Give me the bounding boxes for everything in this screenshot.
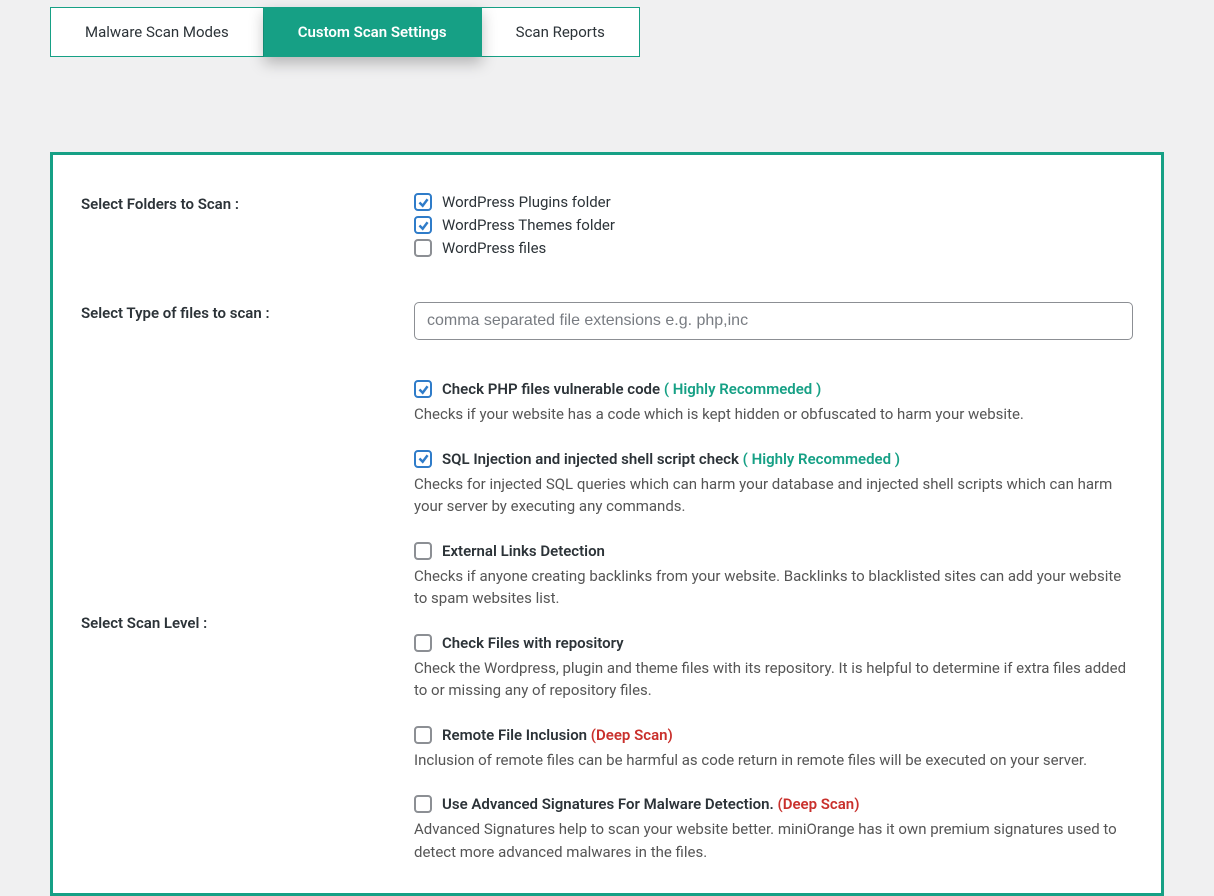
checkbox-themes-folder[interactable] (414, 216, 432, 234)
checkbox-rfi[interactable] (414, 726, 432, 744)
label-plugins-folder: WordPress Plugins folder (442, 193, 611, 211)
hint-advanced-signatures: (Deep Scan) (777, 795, 859, 813)
tab-custom-scan-settings[interactable]: Custom Scan Settings (264, 7, 482, 57)
title-php-vulnerable: Check PHP files vulnerable code (442, 380, 660, 398)
label-scan-level: Select Scan Level : (81, 612, 414, 632)
desc-advanced-signatures: Advanced Signatures help to scan your we… (414, 818, 1133, 863)
title-rfi: Remote File Inclusion (442, 726, 587, 744)
row-scan-level: Select Scan Level : Check PHP files vuln… (81, 380, 1133, 863)
settings-panel: Select Folders to Scan : WordPress Plugi… (50, 152, 1164, 896)
label-select-folders: Select Folders to Scan : (81, 193, 414, 213)
desc-sql-injection: Checks for injected SQL queries which ca… (414, 473, 1133, 518)
input-file-extensions[interactable] (414, 302, 1133, 340)
desc-php-vulnerable: Checks if your website has a code which … (414, 403, 1133, 426)
row-file-types: Select Type of files to scan : (81, 302, 1133, 340)
label-wordpress-files: WordPress files (442, 239, 546, 257)
tab-scan-reports[interactable]: Scan Reports (482, 7, 640, 57)
title-sql-injection: SQL Injection and injected shell script … (442, 450, 739, 468)
desc-rfi: Inclusion of remote files can be harmful… (414, 749, 1133, 772)
desc-repository: Check the Wordpress, plugin and theme fi… (414, 657, 1133, 702)
checkbox-repository[interactable] (414, 634, 432, 652)
title-external-links: External Links Detection (442, 542, 605, 560)
desc-external-links: Checks if anyone creating backlinks from… (414, 565, 1133, 610)
checkbox-wordpress-files[interactable] (414, 239, 432, 257)
checkbox-php-vulnerable[interactable] (414, 380, 432, 398)
hint-php-vulnerable: ( Highly Recommeded ) (664, 380, 821, 398)
checkbox-sql-injection[interactable] (414, 450, 432, 468)
row-select-folders: Select Folders to Scan : WordPress Plugi… (81, 193, 1133, 262)
tab-malware-scan-modes[interactable]: Malware Scan Modes (50, 7, 264, 57)
tabs: Malware Scan Modes Custom Scan Settings … (50, 7, 1164, 57)
title-repository: Check Files with repository (442, 634, 624, 652)
label-file-types: Select Type of files to scan : (81, 302, 414, 322)
checkbox-external-links[interactable] (414, 542, 432, 560)
title-advanced-signatures: Use Advanced Signatures For Malware Dete… (442, 795, 774, 813)
hint-rfi: (Deep Scan) (591, 726, 673, 744)
checkbox-plugins-folder[interactable] (414, 193, 432, 211)
label-themes-folder: WordPress Themes folder (442, 216, 615, 234)
checkbox-advanced-signatures[interactable] (414, 795, 432, 813)
hint-sql-injection: ( Highly Recommeded ) (743, 450, 900, 468)
